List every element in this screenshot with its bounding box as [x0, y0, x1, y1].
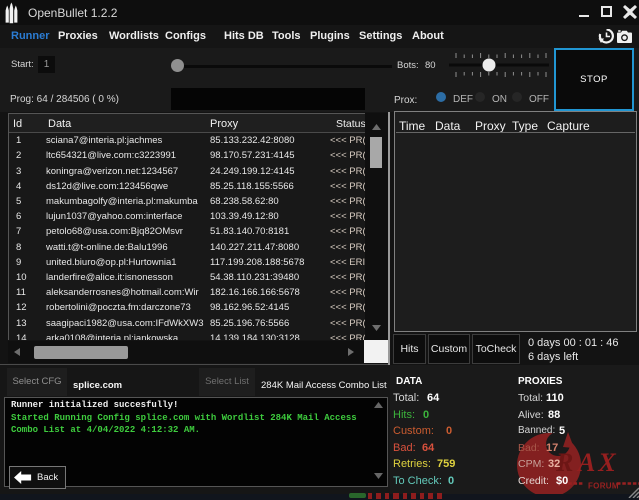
svg-text:AX: AX	[576, 448, 619, 477]
svg-text:FORUM: FORUM	[588, 482, 619, 491]
